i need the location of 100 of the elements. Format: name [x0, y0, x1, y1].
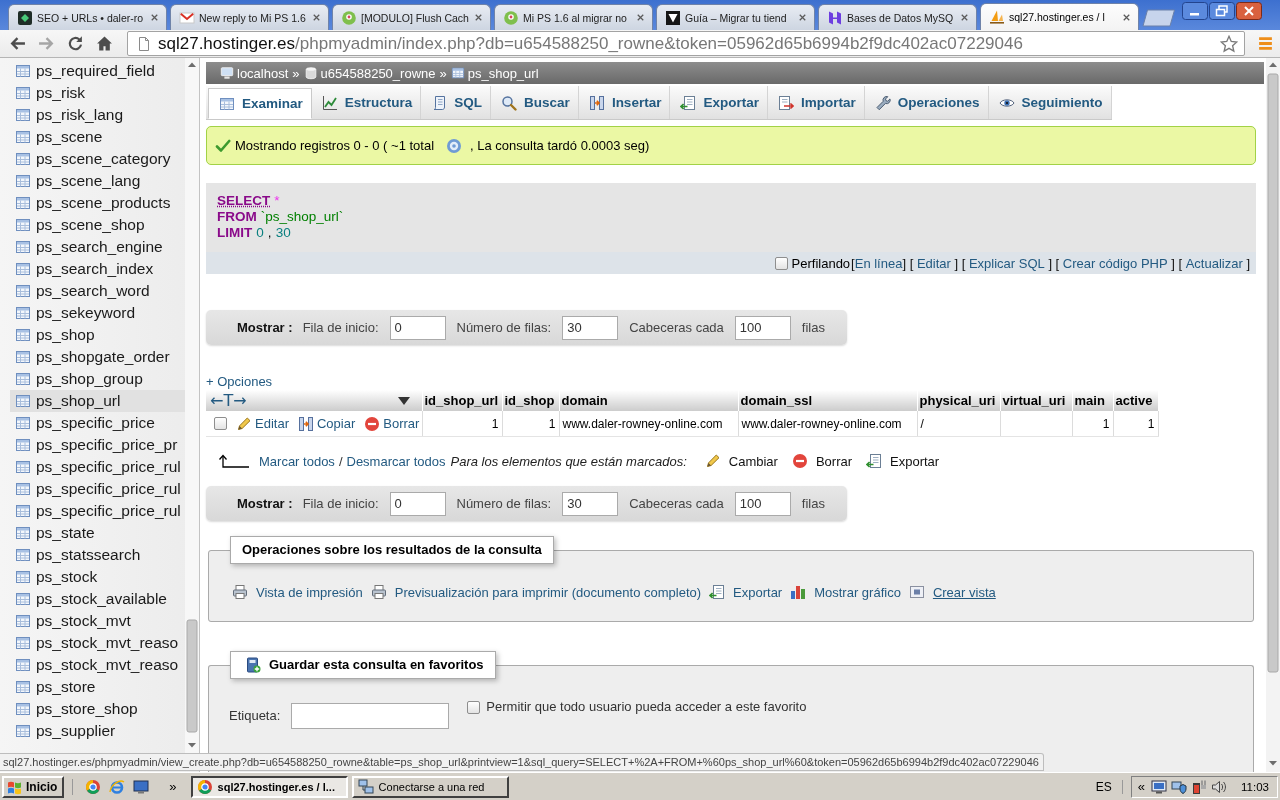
sidebar-item[interactable]: ps_stock — [10, 566, 185, 588]
sidebar-item[interactable]: ps_shop — [10, 324, 185, 346]
sidebar-item[interactable]: ps_stock_mvt_reaso — [10, 654, 185, 676]
breadcrumb-link[interactable]: u654588250_rowne — [303, 65, 436, 81]
tab[interactable]: Exportar — [670, 86, 768, 119]
delete-button[interactable]: Borrar — [791, 453, 853, 469]
column-header[interactable]: active — [1113, 390, 1158, 411]
new-tab-button[interactable] — [1142, 9, 1176, 27]
close-icon[interactable] — [149, 12, 160, 23]
print-view-link[interactable]: Vista de impresión — [232, 584, 363, 600]
input-field[interactable]: 30 — [562, 491, 619, 516]
input-field[interactable]: 100 — [734, 315, 791, 340]
star-icon[interactable] — [1220, 34, 1238, 53]
browser-tab[interactable]: New reply to Mi PS 1.6 — [170, 4, 329, 30]
taskbar-button[interactable]: sql27.hostinger.es / l... — [190, 775, 348, 798]
speaker-icon[interactable] — [1211, 778, 1228, 795]
scrollbar[interactable] — [1266, 58, 1280, 772]
tab[interactable]: Importar — [767, 86, 865, 119]
tab[interactable]: Buscar — [491, 86, 579, 119]
reload-icon[interactable] — [67, 35, 84, 52]
tab[interactable]: SQL — [421, 86, 492, 119]
sidebar-item[interactable]: ps_required_field — [10, 60, 185, 82]
options-link[interactable]: + Opciones — [206, 373, 273, 389]
close-icon[interactable] — [797, 12, 808, 23]
sidebar-item[interactable]: ps_specific_price_rul — [10, 456, 185, 478]
delete-link[interactable]: Borrar — [364, 415, 420, 432]
address-bar[interactable]: sql27.hostinger.es/phpmyadmin/index.php?db=u654588250_rowne&token=05962d65b6994b2f9dc402ac07229046 — [127, 31, 1245, 56]
scrollbar[interactable] — [185, 58, 199, 754]
select-all-link[interactable]: Marcar todos — [259, 453, 335, 469]
expand-tray-button[interactable]: « — [1137, 779, 1146, 794]
sidebar-item[interactable]: ps_scene_category — [10, 148, 185, 170]
sidebar-item[interactable]: ps_risk_lang — [10, 104, 185, 126]
overflow-button[interactable]: » — [169, 779, 177, 794]
sidebar-item[interactable]: ps_store — [10, 676, 185, 698]
column-header[interactable]: id_shop_url — [422, 390, 502, 411]
column-header[interactable]: id_shop — [502, 390, 559, 411]
breadcrumb-link[interactable]: ps_shop_url — [450, 65, 539, 81]
monitor-icon[interactable] — [1151, 778, 1168, 795]
close-icon[interactable] — [959, 12, 970, 23]
close-icon[interactable] — [1236, 2, 1262, 20]
globe-icon[interactable] — [109, 778, 126, 795]
export-button[interactable]: Exportar — [866, 453, 940, 469]
sidebar-item[interactable]: ps_risk — [10, 82, 185, 104]
sidebar-item[interactable]: ps_state — [10, 522, 185, 544]
tab[interactable]: Operaciones — [864, 86, 989, 119]
sidebar-item[interactable]: ps_sekeyword — [10, 302, 185, 324]
tab[interactable]: Examinar — [208, 88, 312, 119]
change-button[interactable]: Cambiar — [704, 453, 778, 469]
query-link[interactable]: Crear código PHP — [1062, 255, 1168, 271]
back-icon[interactable] — [9, 35, 26, 52]
sidebar-item[interactable]: ps_search_index — [10, 258, 185, 280]
tab[interactable]: Insertar — [578, 86, 671, 119]
column-header[interactable]: main — [1072, 390, 1113, 411]
deselect-all-link[interactable]: Desmarcar todos — [346, 453, 446, 469]
query-link[interactable]: Explicar SQL — [968, 255, 1045, 271]
browser-tab[interactable]: SEO + URLs • daler-ro — [8, 4, 167, 30]
column-header[interactable]: virtual_uri — [1000, 390, 1072, 411]
print-preview-link[interactable]: Previsualización para imprimir (documento completo) — [370, 584, 702, 600]
copy-link[interactable]: Copiar — [297, 415, 356, 432]
desktop-icon[interactable] — [133, 778, 150, 795]
checkbox[interactable] — [214, 417, 227, 430]
close-icon[interactable] — [311, 12, 322, 23]
close-icon[interactable] — [635, 12, 646, 23]
sidebar-item[interactable]: ps_supplier — [10, 720, 185, 742]
create-view-link[interactable]: Crear vista — [908, 584, 996, 600]
browser-tab[interactable]: Guía – Migrar tu tiend — [656, 4, 815, 30]
caret-icon[interactable] — [397, 396, 410, 405]
input-field[interactable]: 30 — [562, 315, 619, 340]
sidebar-item[interactable]: ps_statssearch — [10, 544, 185, 566]
sidebar-item[interactable]: ps_specific_price_pr — [10, 434, 185, 456]
checkbox[interactable] — [774, 256, 788, 270]
query-link[interactable]: Editar — [916, 255, 951, 271]
language-indicator[interactable]: ES — [1085, 779, 1123, 794]
sidebar-item[interactable]: ps_stock_available — [10, 588, 185, 610]
checkbox[interactable] — [467, 701, 481, 714]
input-field[interactable] — [291, 703, 450, 729]
plug-icon[interactable] — [1191, 778, 1208, 795]
browser-tab[interactable]: Bases de Datos MySQ — [818, 4, 977, 30]
restore-icon[interactable] — [1209, 2, 1235, 20]
minimize-icon[interactable] — [1182, 2, 1208, 20]
shield-icon[interactable] — [1171, 778, 1188, 795]
sidebar-item[interactable]: ps_specific_price_rul — [10, 500, 185, 522]
input-field[interactable]: 0 — [389, 491, 446, 516]
tab[interactable]: Seguimiento — [988, 86, 1112, 119]
input-field[interactable]: 100 — [734, 491, 791, 516]
sidebar-item[interactable]: ps_search_engine — [10, 236, 185, 258]
sidebar-item[interactable]: ps_shop_url — [10, 390, 185, 412]
sidebar-item[interactable]: ps_stock_mvt_reaso — [10, 632, 185, 654]
column-header[interactable]: domain_ssl — [738, 390, 917, 411]
column-header[interactable]: domain — [559, 390, 738, 411]
browser-tab[interactable]: sql27.hostinger.es / l — [980, 3, 1139, 30]
sidebar-item[interactable]: ps_scene — [10, 126, 185, 148]
column-header[interactable]: physical_uri — [917, 390, 1000, 411]
doc-link[interactable]: SELECT — [217, 193, 271, 208]
edit-link[interactable]: Editar — [236, 415, 289, 432]
column-toggle[interactable]: ←T→ — [210, 390, 247, 411]
home-icon[interactable] — [96, 35, 113, 52]
close-icon[interactable] — [473, 12, 484, 23]
start-button[interactable]: Inicio — [2, 775, 65, 798]
sidebar-item[interactable]: ps_shopgate_order — [10, 346, 185, 368]
